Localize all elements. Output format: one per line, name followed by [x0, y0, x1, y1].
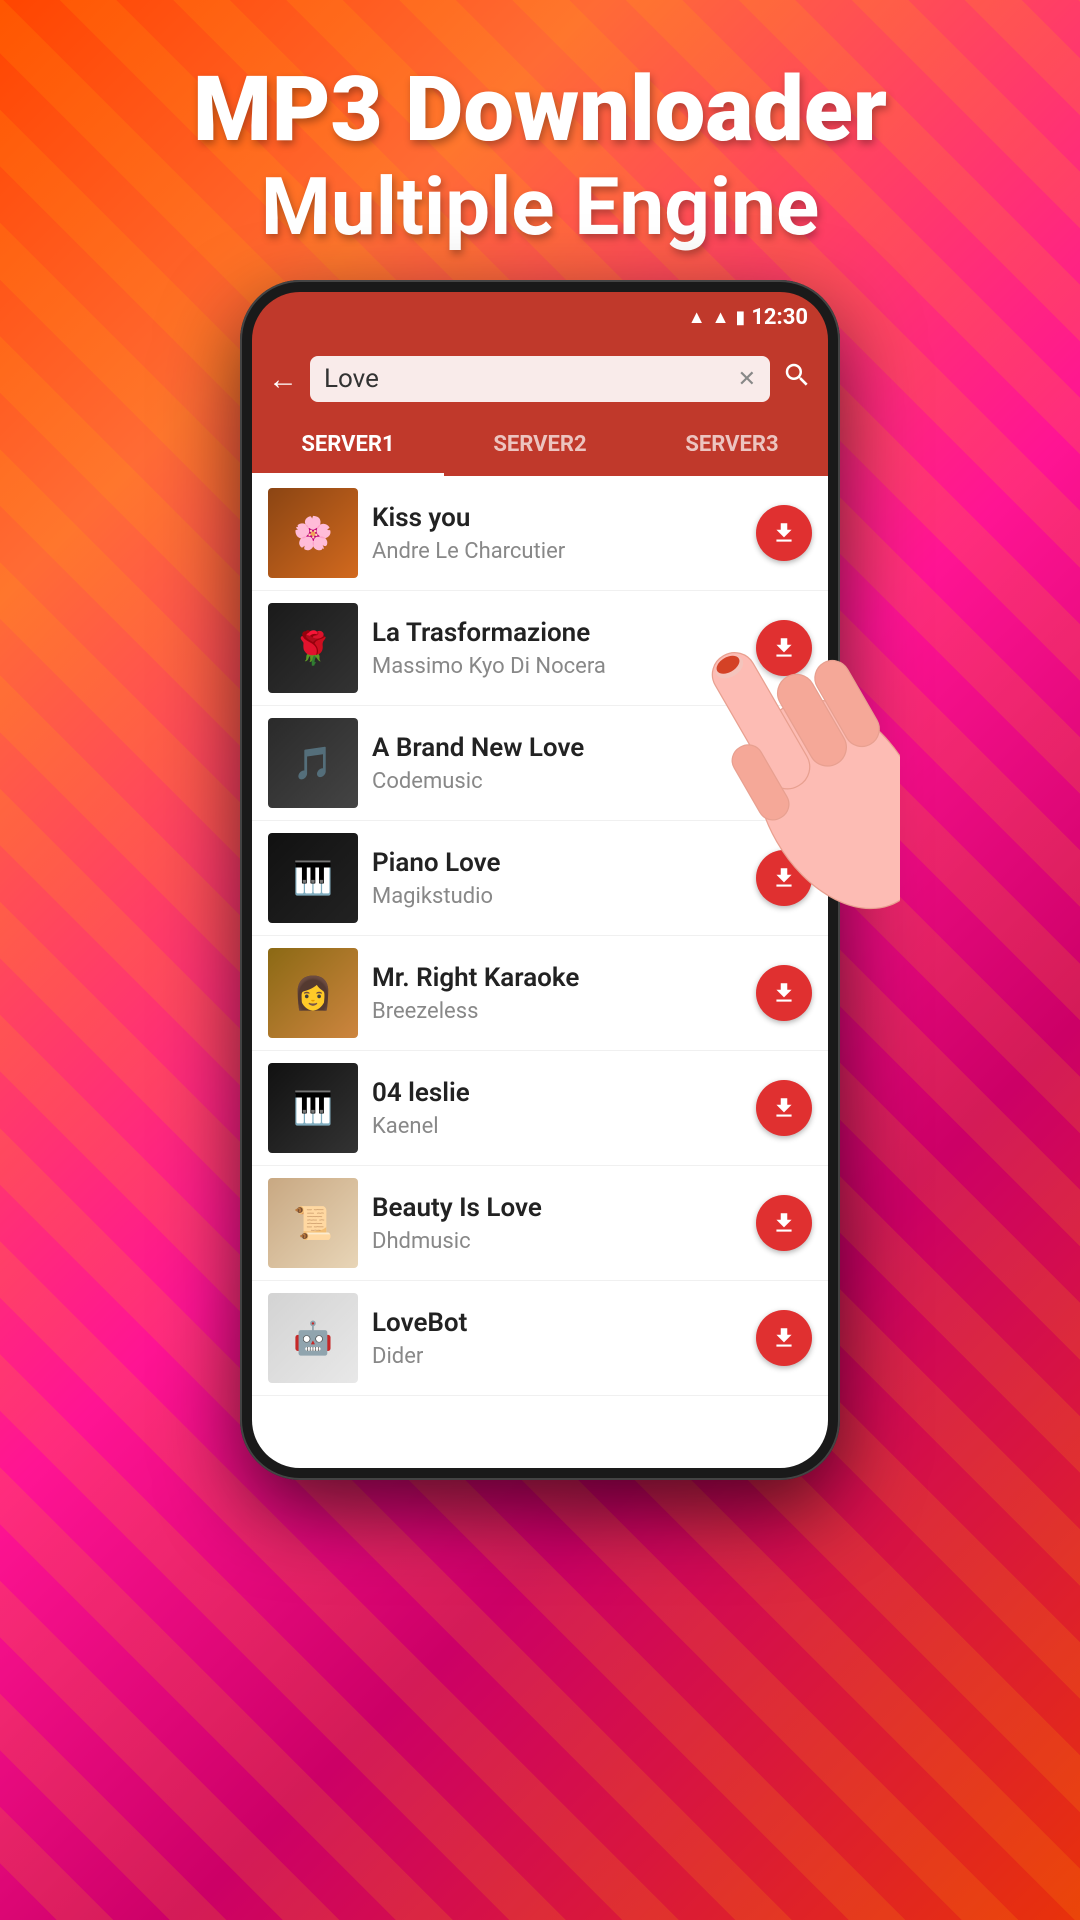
download-button[interactable]	[756, 620, 812, 676]
tab-server2[interactable]: SERVER2	[444, 416, 636, 476]
status-time: 12:30	[751, 305, 808, 330]
status-icons: ▲ ▲ ▮ 12:30	[688, 305, 808, 330]
song-info: Kiss you Andre Le Charcutier	[372, 503, 742, 564]
song-item: 🌹 La Trasformazione Massimo Kyo Di Nocer…	[252, 591, 828, 706]
song-thumbnail: 🤖	[268, 1293, 358, 1383]
song-title: Beauty Is Love	[372, 1193, 742, 1223]
song-title: LoveBot	[372, 1308, 742, 1338]
download-button[interactable]	[756, 1310, 812, 1366]
song-list: 🌸 Kiss you Andre Le Charcutier 🌹 La Tras…	[252, 476, 828, 1468]
phone-mockup: ▲ ▲ ▮ 12:30 ← Love ✕	[240, 280, 840, 1860]
song-thumbnail: 🌸	[268, 488, 358, 578]
song-title: 04 leslie	[372, 1078, 742, 1108]
tab-server3[interactable]: SERVER3	[636, 416, 828, 476]
song-thumbnail: 📜	[268, 1178, 358, 1268]
search-button[interactable]	[782, 360, 812, 398]
tab-server1[interactable]: SERVER1	[252, 416, 444, 476]
song-thumbnail: 🎹	[268, 1063, 358, 1153]
song-title: Piano Love	[372, 848, 742, 878]
search-bar: ← Love ✕	[252, 342, 828, 416]
status-bar: ▲ ▲ ▮ 12:30	[252, 292, 828, 342]
thumb-icon: 🤖	[268, 1293, 358, 1383]
song-item: 🎵 A Brand New Love Codemusic	[252, 706, 828, 821]
song-title: A Brand New Love	[372, 733, 742, 763]
song-thumbnail: 👩	[268, 948, 358, 1038]
song-artist: Codemusic	[372, 769, 742, 794]
song-thumbnail: 🌹	[268, 603, 358, 693]
search-input-wrap: Love ✕	[310, 356, 770, 402]
back-button[interactable]: ←	[268, 362, 298, 397]
thumb-icon: 🎹	[268, 1063, 358, 1153]
song-item: 🎹 Piano Love Magikstudio	[252, 821, 828, 936]
wifi-icon: ▲	[688, 307, 706, 328]
thumb-icon: 🌸	[268, 488, 358, 578]
thumb-icon: 📜	[268, 1178, 358, 1268]
search-query[interactable]: Love	[324, 364, 728, 394]
song-info: A Brand New Love Codemusic	[372, 733, 742, 794]
song-thumbnail: 🎹	[268, 833, 358, 923]
server-tabs: SERVER1 SERVER2 SERVER3	[252, 416, 828, 476]
battery-icon: ▮	[735, 307, 745, 328]
download-button[interactable]	[756, 505, 812, 561]
song-info: LoveBot Dider	[372, 1308, 742, 1369]
hero-section: MP3 Downloader Multiple Engine	[0, 60, 1080, 255]
song-artist: Breezeless	[372, 999, 742, 1024]
song-item: 🌸 Kiss you Andre Le Charcutier	[252, 476, 828, 591]
song-artist: Massimo Kyo Di Nocera	[372, 654, 742, 679]
download-button[interactable]	[756, 850, 812, 906]
song-item: 🤖 LoveBot Dider	[252, 1281, 828, 1396]
app-screen: ← Love ✕ SERVER1 SERVER2	[252, 342, 828, 1468]
download-button[interactable]	[756, 735, 812, 791]
song-artist: Andre Le Charcutier	[372, 539, 742, 564]
song-info: Beauty Is Love Dhdmusic	[372, 1193, 742, 1254]
song-info: 04 leslie Kaenel	[372, 1078, 742, 1139]
download-button[interactable]	[756, 965, 812, 1021]
clear-button[interactable]: ✕	[738, 367, 756, 392]
song-info: Piano Love Magikstudio	[372, 848, 742, 909]
hero-title-line1: MP3 Downloader	[0, 60, 1080, 159]
phone-body: ▲ ▲ ▮ 12:30 ← Love ✕	[240, 280, 840, 1480]
song-info: La Trasformazione Massimo Kyo Di Nocera	[372, 618, 742, 679]
hero-title-line2: Multiple Engine	[0, 159, 1080, 255]
song-title: Mr. Right Karaoke	[372, 963, 742, 993]
song-item: 📜 Beauty Is Love Dhdmusic	[252, 1166, 828, 1281]
song-artist: Kaenel	[372, 1114, 742, 1139]
song-info: Mr. Right Karaoke Breezeless	[372, 963, 742, 1024]
song-title: Kiss you	[372, 503, 742, 533]
download-button[interactable]	[756, 1195, 812, 1251]
song-title: La Trasformazione	[372, 618, 742, 648]
song-item: 👩 Mr. Right Karaoke Breezeless	[252, 936, 828, 1051]
signal-icon: ▲	[712, 307, 730, 328]
song-artist: Dider	[372, 1344, 742, 1369]
thumb-icon: 🎹	[268, 833, 358, 923]
song-artist: Dhdmusic	[372, 1229, 742, 1254]
download-button[interactable]	[756, 1080, 812, 1136]
thumb-icon: 👩	[268, 948, 358, 1038]
song-thumbnail: 🎵	[268, 718, 358, 808]
song-artist: Magikstudio	[372, 884, 742, 909]
thumb-icon: 🌹	[268, 603, 358, 693]
song-item: 🎹 04 leslie Kaenel	[252, 1051, 828, 1166]
thumb-icon: 🎵	[268, 718, 358, 808]
